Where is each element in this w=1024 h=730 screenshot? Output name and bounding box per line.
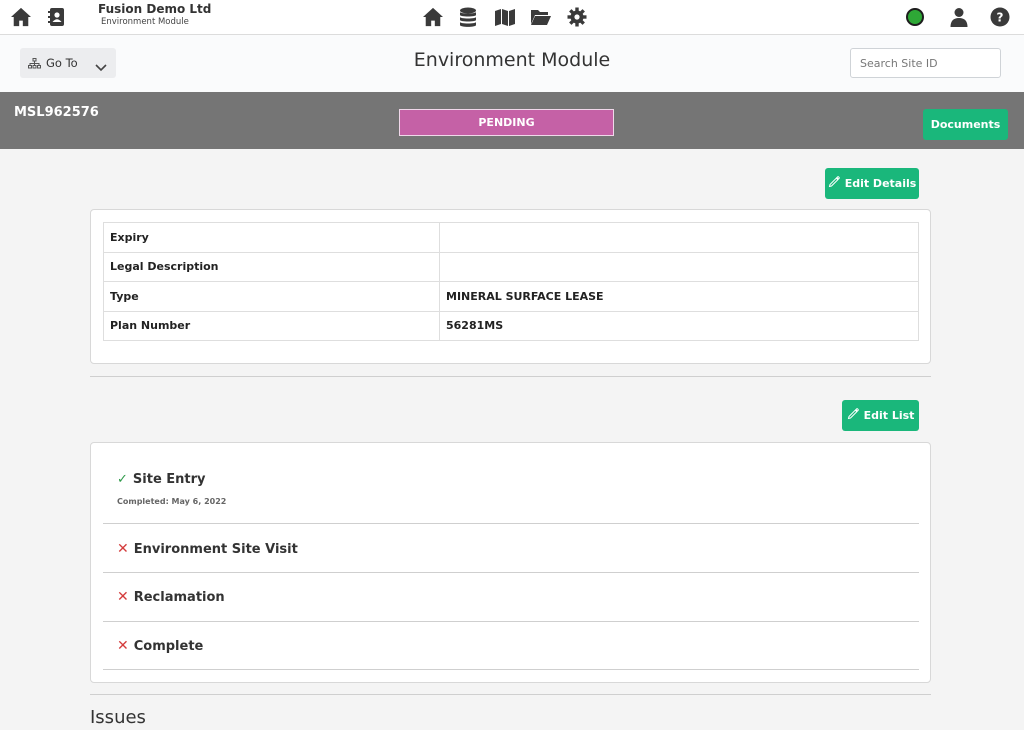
list-item-title: Complete — [133, 638, 204, 654]
site-details-table: Expiry Legal Description Type MINERAL SU… — [103, 222, 919, 341]
user-icon[interactable] — [949, 7, 969, 27]
search-site-id-input[interactable] — [850, 48, 1001, 78]
edit-details-button[interactable]: Edit Details — [825, 168, 919, 199]
detail-value: 56281MS — [439, 310, 919, 341]
edit-details-label: Edit Details — [844, 177, 917, 190]
table-row: Expiry — [103, 222, 919, 253]
check-icon: ✓ — [117, 472, 128, 487]
list-item-title-row: ✓ Site Entry — [117, 472, 206, 487]
pencil-icon — [828, 176, 840, 191]
detail-label: Legal Description — [103, 251, 440, 282]
list-item-title: Site Entry — [132, 472, 206, 487]
documents-button[interactable]: Documents — [923, 109, 1008, 140]
home-icon[interactable] — [10, 7, 32, 27]
list-item-title-row: ✕ Reclamation — [117, 589, 225, 605]
detail-label: Type — [103, 281, 440, 312]
detail-value: MINERAL SURFACE LEASE — [439, 281, 919, 312]
detail-value — [439, 222, 919, 253]
x-icon: ✕ — [117, 541, 129, 557]
list-item-title: Reclamation — [133, 589, 225, 605]
contacts-icon[interactable] — [47, 7, 67, 27]
detail-value — [439, 251, 919, 282]
table-row: Plan Number 56281MS — [103, 310, 919, 341]
site-id: MSL962576 — [14, 105, 99, 120]
site-status-bar: MSL962576 PENDING Documents — [0, 92, 1024, 149]
page-header: Go To Environment Module — [0, 35, 1024, 92]
gear-icon[interactable] — [567, 7, 587, 27]
site-details-card: Expiry Legal Description Type MINERAL SU… — [90, 209, 931, 364]
svg-text:?: ? — [997, 11, 1004, 25]
status-badge: PENDING — [399, 109, 614, 136]
detail-label: Plan Number — [103, 310, 440, 341]
section-divider — [90, 376, 931, 377]
module-name: Environment Module — [101, 17, 189, 27]
list-item[interactable]: ✓ Site Entry Completed: May 6, 2022 — [103, 455, 919, 524]
list-item-title-row: ✕ Complete — [117, 638, 203, 654]
checklist-card: ✓ Site Entry Completed: May 6, 2022 ✕ En… — [90, 442, 931, 683]
company-name: Fusion Demo Ltd — [98, 2, 212, 16]
x-icon: ✕ — [117, 589, 129, 605]
list-item-title-row: ✕ Environment Site Visit — [117, 541, 298, 557]
table-row: Type MINERAL SURFACE LEASE — [103, 281, 919, 312]
brand: Fusion Demo Ltd Environment Module — [98, 2, 211, 28]
map-icon[interactable] — [494, 8, 516, 27]
issues-heading: Issues — [90, 707, 146, 728]
top-nav-bar: Fusion Demo Ltd Environment Module ? — [0, 0, 1024, 35]
edit-list-label: Edit List — [863, 409, 915, 422]
detail-label: Expiry — [103, 222, 440, 253]
list-item[interactable]: ✕ Reclamation — [103, 573, 919, 622]
table-row: Legal Description — [103, 251, 919, 282]
list-item[interactable]: ✕ Complete — [103, 622, 919, 670]
edit-list-button[interactable]: Edit List — [842, 400, 919, 431]
home-nav-icon[interactable] — [422, 7, 444, 27]
database-icon[interactable] — [459, 7, 477, 28]
list-item-title: Environment Site Visit — [133, 541, 298, 557]
help-icon[interactable]: ? — [990, 7, 1010, 27]
pencil-icon — [847, 408, 859, 423]
section-divider — [90, 694, 931, 695]
x-icon: ✕ — [117, 638, 129, 654]
connection-status-indicator — [906, 8, 924, 26]
list-item[interactable]: ✕ Environment Site Visit — [103, 524, 919, 573]
folder-open-icon[interactable] — [530, 8, 552, 26]
completed-date: Completed: May 6, 2022 — [117, 497, 227, 506]
